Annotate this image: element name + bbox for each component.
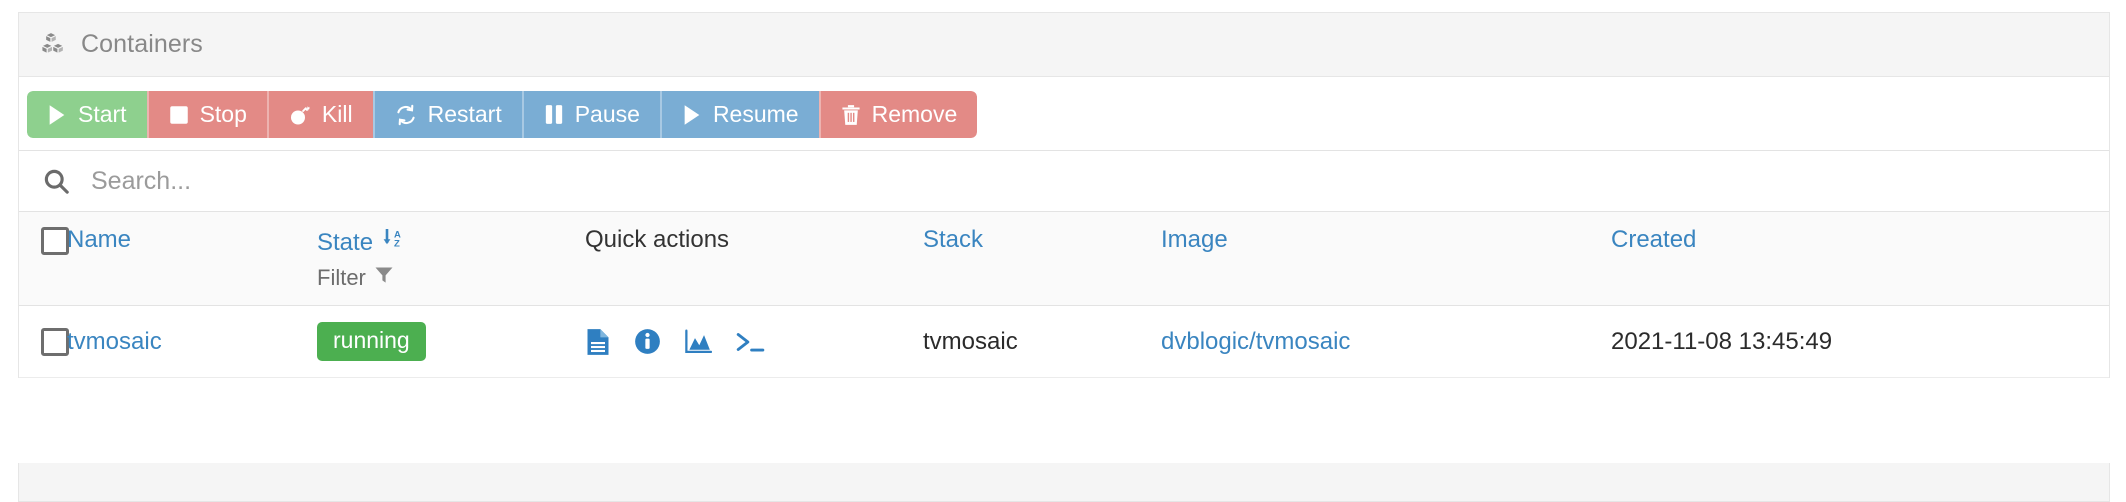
pause-button[interactable]: Pause [521,91,660,138]
panel-footer [18,463,2110,502]
restart-button-label: Restart [427,101,502,127]
column-header-created-label[interactable]: Created [1611,226,1696,254]
funnel-icon[interactable] [374,265,394,291]
trash-icon [841,104,861,126]
search-icon [41,166,71,196]
cubes-icon [41,32,67,58]
stats-chart-icon[interactable] [684,329,712,355]
containers-panel: Containers Start Stop Kill Restart Pause… [18,12,2110,378]
row-select-cell [19,305,69,378]
stack-value: tvmosaic [923,327,1018,355]
resume-button[interactable]: Resume [659,91,819,138]
resume-button-label: Resume [712,101,799,127]
table-body: tvmosaic running tvmosaic dvblogic/tvmos… [19,305,2109,378]
row-state-cell: running [317,305,585,378]
panel-header: Containers [19,13,2109,77]
stop-button[interactable]: Stop [146,91,267,138]
containers-table: Name State A Z Filter Quick actions Stac… [19,212,2109,378]
image-link[interactable]: dvblogic/tvmosaic [1161,328,1350,355]
page-title: Containers [81,30,203,58]
containers-page: Containers Start Stop Kill Restart Pause… [0,0,2126,502]
table-header-row: Name State A Z Filter Quick actions Stac… [19,212,2109,306]
remove-button[interactable]: Remove [818,91,978,138]
column-header-name[interactable]: Name [67,212,317,306]
column-header-image-label[interactable]: Image [1161,226,1228,254]
sort-alpha-down-icon[interactable]: A Z [381,226,407,259]
start-button-label: Start [78,101,127,127]
start-button[interactable]: Start [27,91,147,138]
restart-button[interactable]: Restart [372,91,522,138]
state-sort-control[interactable]: State A Z [317,226,585,259]
container-name-link[interactable]: tvmosaic [67,328,162,355]
kill-button-label: Kill [321,101,353,127]
pause-icon [544,104,564,125]
play-icon [682,104,702,126]
square-icon [169,105,189,125]
row-name-cell: tvmosaic [67,305,317,378]
column-header-created[interactable]: Created [1611,212,2109,306]
state-filter-control[interactable]: Filter [317,265,585,291]
remove-button-label: Remove [871,101,958,127]
play-icon [47,104,67,126]
container-action-button-group: Start Stop Kill Restart Pause Resume Rem… [27,91,978,138]
created-value: 2021-11-08 13:45:49 [1611,327,1833,355]
column-header-image[interactable]: Image [1161,212,1611,306]
table-row[interactable]: tvmosaic running tvmosaic dvblogic/tvmos… [19,305,2109,378]
console-terminal-icon[interactable] [735,329,765,355]
search-bar [19,150,2109,212]
inspect-info-icon[interactable] [634,328,661,355]
stop-button-label: Stop [199,101,247,127]
status-badge: running [317,322,426,361]
column-header-state-label[interactable]: State [317,229,373,257]
select-all-header [19,212,69,306]
row-created-cell: 2021-11-08 13:45:49 [1611,305,2109,378]
row-stack-cell: tvmosaic [923,305,1161,378]
quick-actions-group [585,328,923,356]
bomb-icon [289,104,311,126]
table-head: Name State A Z Filter Quick actions Stac… [19,212,2109,306]
column-header-name-label[interactable]: Name [67,226,131,254]
filter-label[interactable]: Filter [317,265,366,291]
select-all-checkbox[interactable] [41,226,69,255]
search-input[interactable] [89,165,2087,197]
refresh-icon [395,104,417,126]
action-toolbar: Start Stop Kill Restart Pause Resume Rem… [19,77,2109,150]
logs-icon[interactable] [585,328,611,356]
kill-button[interactable]: Kill [266,91,373,138]
row-image-cell: dvblogic/tvmosaic [1161,305,1611,378]
svg-text:Z: Z [394,239,400,250]
column-header-quick-actions: Quick actions [585,212,923,306]
row-checkbox[interactable] [41,327,69,356]
column-header-quick-actions-label: Quick actions [585,226,730,253]
pause-button-label: Pause [574,101,640,127]
column-header-state[interactable]: State A Z Filter [317,212,585,306]
column-header-stack-label[interactable]: Stack [923,226,983,254]
row-quick-actions-cell [585,305,923,378]
column-header-stack[interactable]: Stack [923,212,1161,306]
